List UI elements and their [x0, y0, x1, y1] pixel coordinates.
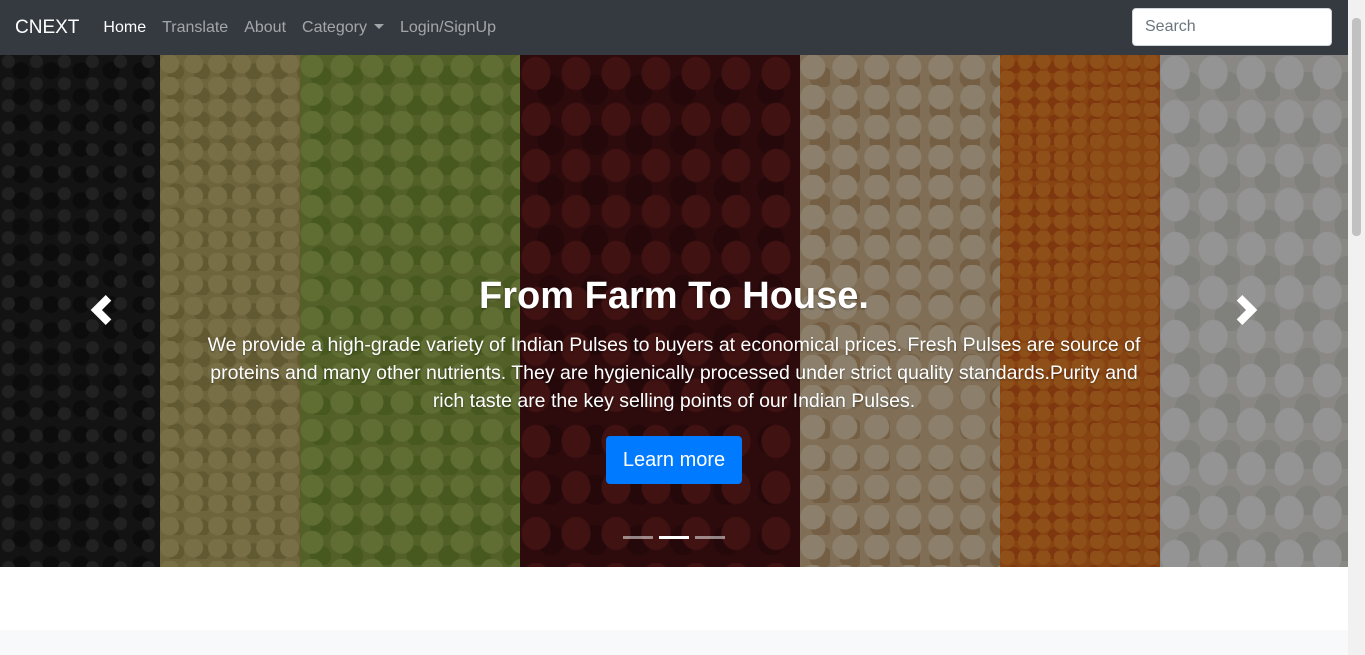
brand-logo[interactable]: CNEXT	[15, 17, 79, 39]
carousel-indicators	[0, 536, 1348, 539]
caret-down-icon	[373, 24, 384, 29]
carousel-indicator-1[interactable]	[623, 536, 653, 539]
nav-translate-label: Translate	[162, 18, 229, 36]
nav-category-label: Category	[302, 18, 367, 36]
navbar: CNEXT Home Translate About Category Logi…	[0, 0, 1348, 55]
nav-about-label: About	[244, 18, 287, 36]
nav-category-dropdown[interactable]: Category	[294, 19, 392, 37]
hero-carousel: From Farm To House. We provide a high-gr…	[0, 55, 1348, 567]
carousel-description: We provide a high-grade variety of India…	[207, 334, 1141, 412]
nav-login-label: Login/SignUp	[399, 18, 497, 36]
carousel-indicator-3[interactable]	[695, 536, 725, 539]
carousel-prev-button[interactable]	[86, 295, 116, 325]
nav-login-signup[interactable]: Login/SignUp	[392, 19, 504, 37]
carousel-next-button[interactable]	[1232, 295, 1262, 325]
nav-about[interactable]: About	[236, 19, 294, 37]
nav-home-label: Home	[103, 18, 147, 36]
next-section	[0, 630, 1348, 655]
carousel-indicator-2[interactable]	[659, 536, 689, 539]
search-input[interactable]	[1132, 8, 1332, 46]
chevron-left-icon	[90, 295, 112, 325]
nav-home[interactable]: Home	[95, 19, 154, 37]
scrollbar-thumb[interactable]	[1352, 18, 1361, 236]
carousel-caption: From Farm To House. We provide a high-gr…	[195, 273, 1153, 484]
nav-translate[interactable]: Translate	[154, 19, 236, 37]
page-scrollbar[interactable]	[1348, 0, 1365, 655]
chevron-right-icon	[1236, 295, 1258, 325]
carousel-title: From Farm To House.	[479, 275, 869, 317]
learn-more-button[interactable]: Learn more	[605, 436, 743, 484]
